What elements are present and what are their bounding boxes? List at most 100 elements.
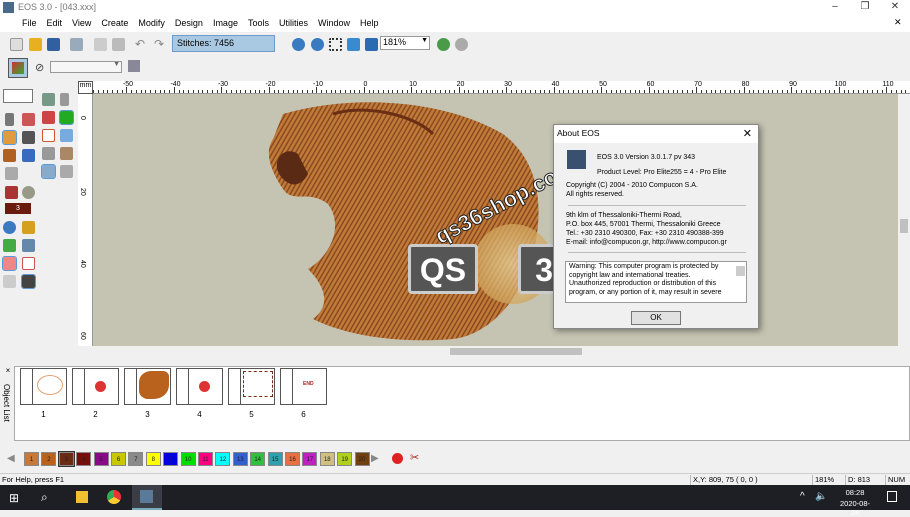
design-canvas[interactable]: QS 36 qs36shop.com xyxy=(93,94,898,346)
dialog-close-icon[interactable]: ✕ xyxy=(743,127,752,140)
object-thumbnail[interactable] xyxy=(72,368,119,405)
needle-icon[interactable] xyxy=(5,186,18,199)
object-thumbnail[interactable] xyxy=(176,368,223,405)
fill-tool-icon[interactable] xyxy=(2,130,17,145)
object-thumbnail[interactable]: END xyxy=(280,368,327,405)
palette-color-4[interactable]: 4 xyxy=(76,452,92,466)
menu-tools[interactable]: Tools xyxy=(248,15,269,32)
refresh-icon[interactable] xyxy=(455,38,468,51)
trim-scissors-icon[interactable]: ✂ xyxy=(410,451,419,464)
stop-icon[interactable] xyxy=(392,453,403,464)
save-icon[interactable] xyxy=(47,38,60,51)
search-icon[interactable]: ⌕ xyxy=(41,490,48,505)
grid-icon[interactable] xyxy=(60,129,73,142)
edit-nodes-icon[interactable] xyxy=(22,113,35,126)
volume-icon[interactable]: 🔈 xyxy=(815,491,827,502)
select-arrow-icon[interactable] xyxy=(5,113,14,126)
show-stitches-icon[interactable] xyxy=(2,256,17,271)
menu-image[interactable]: Image xyxy=(213,15,238,32)
palette-color-14[interactable]: 14 xyxy=(250,452,266,466)
menu-window[interactable]: Window xyxy=(318,15,350,32)
palette-color-7[interactable]: 7 xyxy=(128,452,144,466)
object-thumbnail[interactable] xyxy=(228,368,275,405)
zoom-in-icon[interactable] xyxy=(292,38,305,51)
prohibit-icon[interactable]: ⊘ xyxy=(35,61,44,74)
palette-color-12[interactable]: 12 xyxy=(215,452,231,466)
eraser-icon[interactable] xyxy=(42,111,55,124)
palette-color-5[interactable]: 5 xyxy=(93,452,109,466)
rectangle-icon[interactable] xyxy=(42,129,55,142)
horizontal-scrollbar[interactable] xyxy=(93,346,898,357)
point-icon[interactable] xyxy=(59,110,74,125)
palette-color-10[interactable]: 10 xyxy=(180,452,196,466)
zoom-select[interactable]: 181% ▼ xyxy=(380,36,430,50)
color-indicator[interactable]: 3 xyxy=(5,203,31,214)
palette-color-1[interactable]: 1 xyxy=(24,452,39,466)
notifications-icon[interactable] xyxy=(887,491,897,502)
zoom-selection-icon[interactable] xyxy=(329,38,342,51)
zoom-tool-icon[interactable] xyxy=(3,221,16,234)
node-tool-icon[interactable] xyxy=(128,60,140,72)
show-background-icon[interactable] xyxy=(21,274,36,289)
gradient-icon[interactable] xyxy=(22,149,35,162)
object-thumbnail[interactable] xyxy=(124,368,171,405)
new-icon[interactable] xyxy=(10,38,23,51)
eos-taskbar-button[interactable] xyxy=(132,485,162,510)
object-select[interactable]: ▼ xyxy=(50,61,122,73)
palette-color-17[interactable]: 17 xyxy=(302,452,318,466)
text-tool-icon[interactable] xyxy=(3,149,16,162)
palette-color-6[interactable]: 6 xyxy=(111,452,126,466)
layout-icon[interactable] xyxy=(41,164,56,179)
satin-tool-icon[interactable] xyxy=(22,131,35,144)
minimize-button[interactable]: – xyxy=(820,0,850,15)
ruler-unit[interactable]: mm xyxy=(78,81,93,94)
menu-utilities[interactable]: Utilities xyxy=(279,15,308,32)
menu-file[interactable]: File xyxy=(22,15,37,32)
file-explorer-icon[interactable] xyxy=(76,491,88,503)
stitch-simulation-button[interactable] xyxy=(8,58,28,78)
palette-left-icon[interactable]: ◀ xyxy=(7,453,15,464)
maximize-button[interactable]: ❐ xyxy=(850,0,880,15)
windows-start-icon[interactable]: ⊞ xyxy=(9,491,19,505)
zoom-actual-icon[interactable] xyxy=(365,38,378,51)
menu-view[interactable]: View xyxy=(72,15,91,32)
redo-icon[interactable]: ↷ xyxy=(154,37,164,51)
palette-color-9[interactable]: 9 xyxy=(163,452,179,466)
print-icon[interactable] xyxy=(70,38,83,51)
copy-icon[interactable] xyxy=(94,38,107,51)
chrome-icon[interactable] xyxy=(107,490,121,504)
stitch-style-button[interactable] xyxy=(3,89,33,103)
menu-create[interactable]: Create xyxy=(101,15,128,32)
palette-color-11[interactable]: 11 xyxy=(198,452,213,466)
zoom-out-icon[interactable] xyxy=(311,38,324,51)
palette-color-2[interactable]: 2 xyxy=(41,452,57,466)
menu-edit[interactable]: Edit xyxy=(47,15,63,32)
tray-chevron-icon[interactable]: ^ xyxy=(800,491,805,502)
ok-button[interactable]: OK xyxy=(631,311,681,325)
close-panel-icon[interactable]: × xyxy=(2,366,14,375)
palette-color-3[interactable]: 3 xyxy=(57,451,75,467)
menu-help[interactable]: Help xyxy=(360,15,379,32)
vertical-scrollbar[interactable] xyxy=(898,94,910,346)
show-points-icon[interactable] xyxy=(3,275,16,288)
magic-wand-icon[interactable] xyxy=(5,167,18,180)
paste-icon[interactable] xyxy=(112,38,125,51)
palette-color-16[interactable]: 16 xyxy=(285,452,300,466)
warning-scrollbar[interactable] xyxy=(736,266,745,276)
zoom-fit-icon[interactable] xyxy=(347,38,360,51)
thread-icon[interactable] xyxy=(22,186,35,199)
palette-right-icon[interactable]: ▶ xyxy=(371,453,379,464)
menu-design[interactable]: Design xyxy=(175,15,203,32)
move-icon[interactable] xyxy=(60,93,69,106)
undo-icon[interactable]: ↶ xyxy=(135,37,145,51)
pencil-icon[interactable] xyxy=(60,147,73,160)
palette-color-19[interactable]: 19 xyxy=(337,452,353,466)
clock[interactable]: 08:28 2020-08-24 xyxy=(836,488,874,517)
grid-snap-icon[interactable] xyxy=(42,93,55,106)
measure-icon[interactable] xyxy=(22,221,35,234)
image-icon[interactable] xyxy=(42,147,55,160)
palette-color-20[interactable]: 20 xyxy=(354,452,370,466)
palette-color-18[interactable]: 18 xyxy=(319,452,335,466)
show-outline-icon[interactable] xyxy=(22,257,35,270)
redraw-icon[interactable] xyxy=(437,38,450,51)
